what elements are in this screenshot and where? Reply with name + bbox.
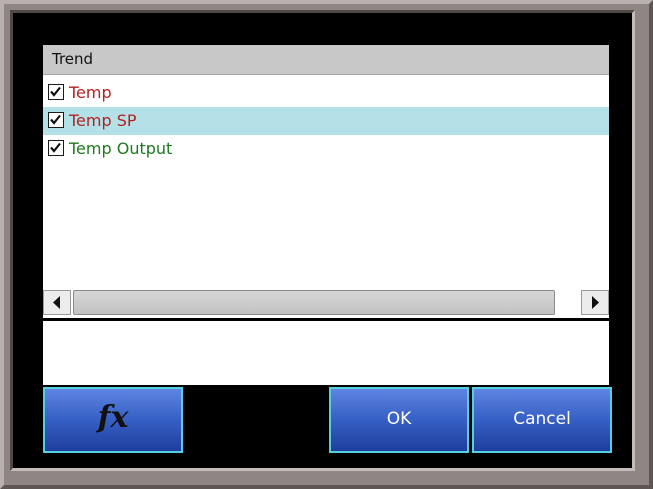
checkmark-icon xyxy=(50,114,61,125)
trend-item-label: Temp xyxy=(69,83,112,102)
checkbox[interactable] xyxy=(48,112,64,128)
trend-list-item[interactable]: Temp SP xyxy=(43,107,609,135)
trend-item-label: Temp Output xyxy=(69,139,173,158)
checkbox[interactable] xyxy=(48,140,64,156)
trend-item-label: Temp SP xyxy=(69,111,137,130)
scroll-left-button[interactable] xyxy=(43,290,71,315)
checkmark-icon xyxy=(50,142,61,153)
ok-button[interactable]: OK xyxy=(329,387,469,453)
checkbox[interactable] xyxy=(48,84,64,100)
touch-screen: Trend Temp Temp SP Temp Output fx OK Can… xyxy=(36,36,614,455)
scroll-right-button[interactable] xyxy=(581,290,609,315)
panel-title: Trend xyxy=(52,50,94,68)
trend-list-item[interactable]: Temp Output xyxy=(43,135,609,163)
expression-field[interactable] xyxy=(43,321,609,385)
fx-icon: fx xyxy=(97,400,129,435)
scrollbar-thumb[interactable] xyxy=(73,290,555,315)
horizontal-scrollbar[interactable] xyxy=(43,290,609,315)
triangle-left-icon xyxy=(53,296,60,309)
trend-list-item[interactable]: Temp xyxy=(43,79,609,107)
cancel-button[interactable]: Cancel xyxy=(472,387,612,453)
checkmark-icon xyxy=(50,86,61,97)
trend-list: Temp Temp SP Temp Output xyxy=(43,76,609,281)
panel-header: Trend xyxy=(43,45,609,75)
triangle-right-icon xyxy=(592,296,599,309)
function-button[interactable]: fx xyxy=(43,387,183,453)
trend-panel: Trend Temp Temp SP Temp Output xyxy=(43,45,609,318)
